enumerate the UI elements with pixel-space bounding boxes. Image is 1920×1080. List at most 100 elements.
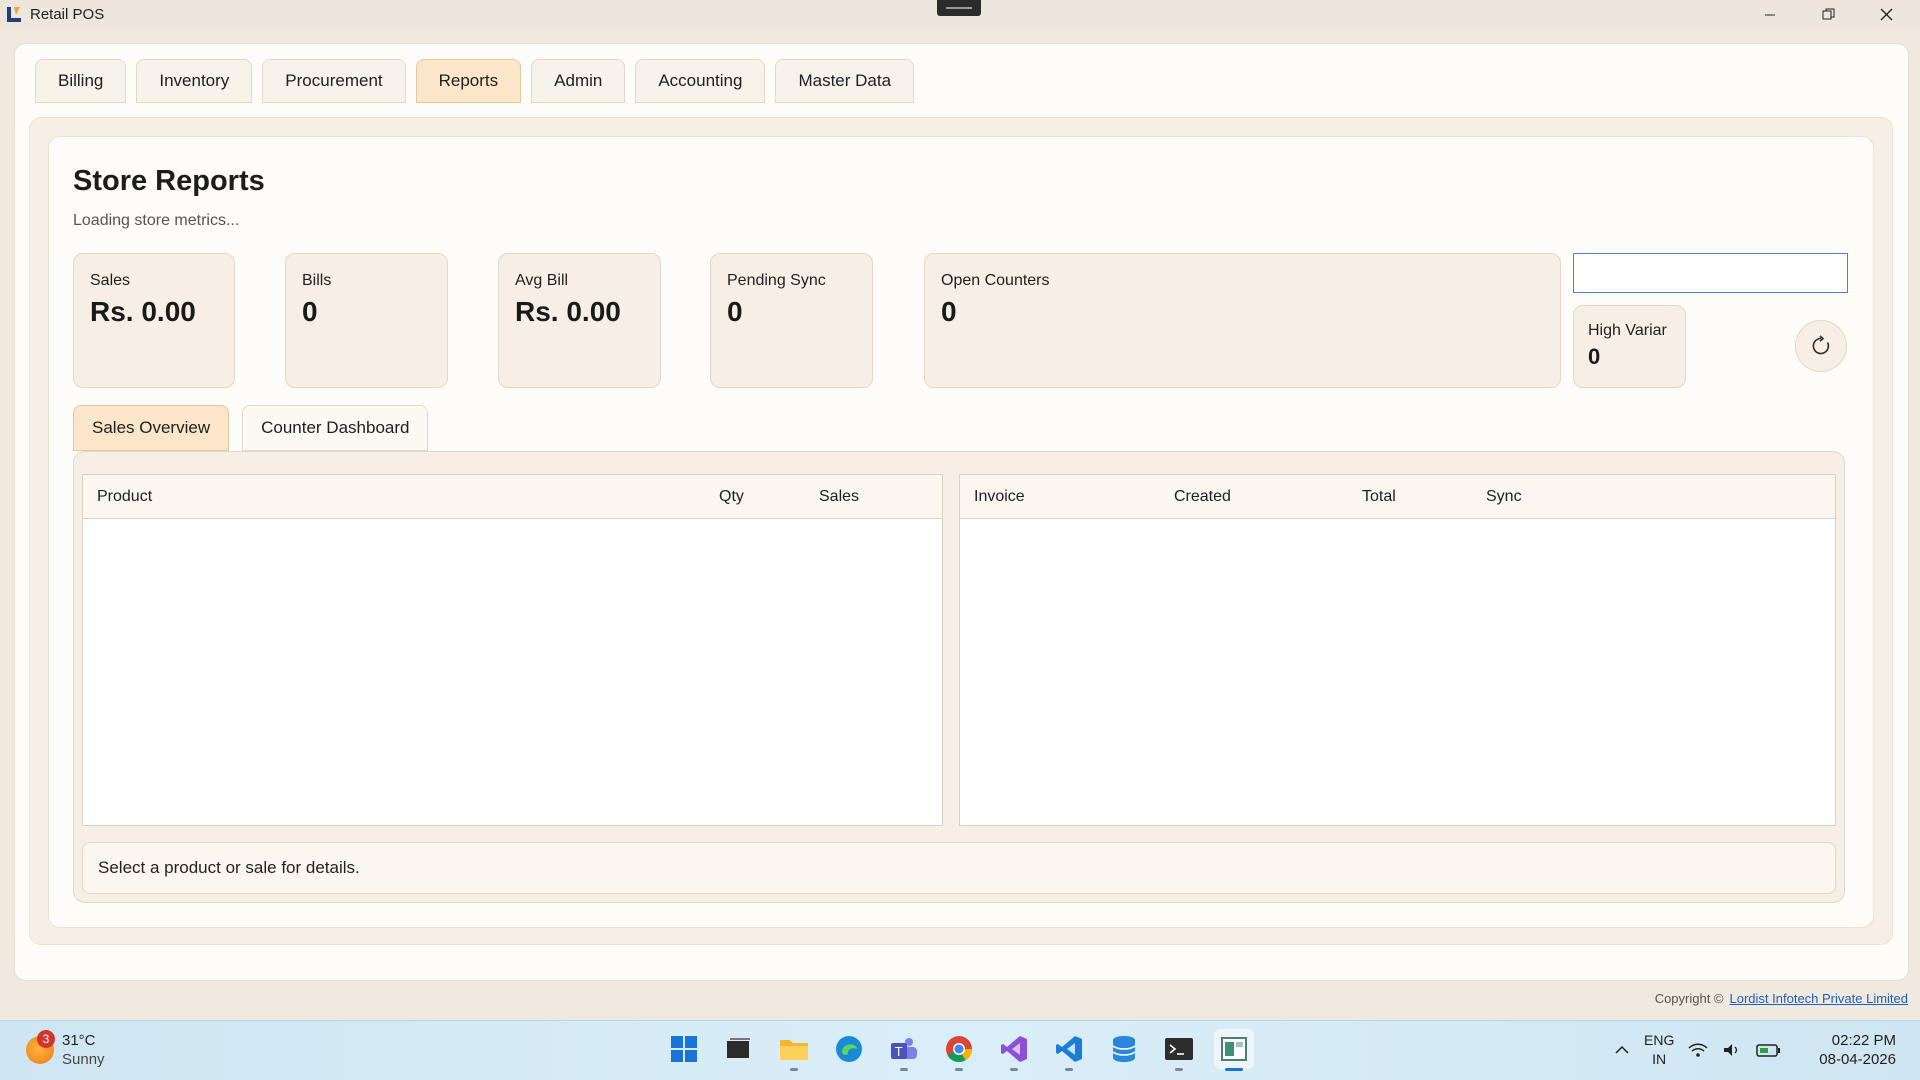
weather-condition: Sunny — [62, 1051, 105, 1068]
running-indicator — [1010, 1068, 1018, 1071]
svg-text:T: T — [894, 1045, 903, 1059]
database-tool-icon — [1112, 1036, 1136, 1062]
metric-value: 0 — [302, 296, 318, 327]
copyright-footer: Copyright © Lordist Infotech Private Lim… — [1655, 991, 1908, 1006]
sun-icon: 3 — [26, 1030, 55, 1064]
folder-icon — [780, 1040, 808, 1060]
minimize-icon — [1765, 14, 1775, 15]
task-view-icon — [727, 1038, 750, 1058]
tab-counter-dashboard[interactable]: Counter Dashboard — [242, 405, 429, 451]
product-sales-table[interactable]: Product Qty Sales — [82, 474, 943, 826]
restore-button[interactable] — [1799, 0, 1857, 29]
minimize-button[interactable] — [1741, 0, 1799, 29]
taskbar-vscode[interactable] — [1049, 1029, 1089, 1071]
volume-icon[interactable] — [1722, 1042, 1742, 1058]
running-indicator — [1175, 1068, 1183, 1071]
chevron-up-icon[interactable] — [1614, 1042, 1630, 1058]
task-view-button[interactable] — [719, 1029, 759, 1069]
metric-card-avg-bill: Avg Bill Rs. 0.00 — [498, 253, 661, 388]
system-tray: ENG IN — [1614, 1031, 1782, 1069]
taskbar-ssms[interactable] — [1104, 1029, 1144, 1069]
weather-widget[interactable]: 3 31°C Sunny — [26, 1030, 105, 1069]
taskbar-terminal[interactable] — [1159, 1029, 1199, 1071]
tab-sales-overview[interactable]: Sales Overview — [73, 405, 230, 451]
reports-outer-panel: Store Reports Loading store metrics... S… — [29, 117, 1893, 945]
column-header-invoice[interactable]: Invoice — [974, 488, 1025, 506]
taskbar-chrome[interactable] — [939, 1029, 979, 1071]
metric-card-high-variance: High Variar 0 — [1573, 305, 1686, 388]
start-button[interactable] — [664, 1029, 704, 1069]
terminal-icon — [1165, 1038, 1193, 1060]
windows-start-icon — [671, 1036, 697, 1062]
tab-billing[interactable]: Billing — [35, 59, 127, 103]
taskbar: 3 31°C Sunny T ENG IN 02:22 PM 08-04-202… — [0, 1020, 1920, 1080]
taskbar-visual-studio[interactable] — [994, 1029, 1034, 1071]
column-header-product[interactable]: Product — [97, 488, 152, 506]
tab-accounting[interactable]: Accounting — [635, 59, 766, 103]
taskbar-retail-pos[interactable] — [1214, 1029, 1254, 1071]
metric-label: Pending Sync — [727, 272, 826, 289]
taskbar-teams[interactable]: T — [884, 1029, 924, 1071]
tab-reports[interactable]: Reports — [415, 59, 522, 103]
metric-label: Avg Bill — [515, 272, 569, 289]
refresh-icon — [1812, 335, 1830, 355]
company-link[interactable]: Lordist Infotech Private Limited — [1730, 991, 1908, 1006]
app-frame: Billing Inventory Procurement Reports Ad… — [14, 43, 1909, 981]
chrome-browser-icon — [946, 1036, 973, 1063]
sales-overview-content: Product Qty Sales Invoice Created Total … — [73, 451, 1845, 903]
tab-inventory[interactable]: Inventory — [136, 59, 253, 103]
page-status-text: Loading store metrics... — [73, 212, 240, 229]
table-header: Product Qty Sales — [83, 475, 942, 519]
running-indicator — [900, 1068, 908, 1071]
teams-icon: T — [891, 1038, 917, 1059]
column-header-created[interactable]: Created — [1174, 488, 1231, 506]
tab-master-data[interactable]: Master Data — [775, 59, 915, 103]
clock-time: 02:22 PM — [1831, 1032, 1896, 1049]
metric-card-pending-sync: Pending Sync 0 — [710, 253, 873, 388]
active-indicator — [1225, 1068, 1243, 1071]
running-indicator — [790, 1068, 798, 1071]
wifi-icon[interactable] — [1688, 1042, 1708, 1058]
snap-grip-handle[interactable] — [937, 0, 981, 16]
region-code: IN — [1652, 1051, 1667, 1067]
app-logo-icon — [7, 7, 21, 22]
column-header-sync[interactable]: Sync — [1486, 488, 1522, 506]
restore-icon — [1822, 8, 1834, 20]
tab-procurement[interactable]: Procurement — [262, 59, 406, 103]
details-panel: Select a product or sale for details. — [82, 842, 1836, 894]
close-button[interactable] — [1857, 0, 1915, 29]
metric-card-open-counters: Open Counters 0 — [924, 253, 1561, 388]
clock-date: 08-04-2026 — [1819, 1051, 1896, 1068]
taskbar-apps: T — [664, 1029, 1254, 1071]
metric-card-sales: Sales Rs. 0.00 — [73, 253, 235, 388]
close-icon — [1880, 8, 1892, 21]
refresh-button[interactable] — [1795, 320, 1847, 372]
metric-label: Bills — [302, 272, 332, 289]
metric-label: Sales — [90, 272, 131, 289]
report-filter-input[interactable] — [1573, 253, 1848, 293]
title-bar: Retail POS — [0, 0, 1920, 29]
metric-label: Open Counters — [941, 272, 1050, 289]
vscode-icon — [1056, 1036, 1082, 1062]
main-tab-bar: Billing Inventory Procurement Reports Ad… — [35, 59, 915, 103]
language-code: ENG — [1644, 1032, 1675, 1048]
battery-icon[interactable] — [1756, 1042, 1782, 1058]
running-indicator — [955, 1068, 963, 1071]
metric-value: Rs. 0.00 — [515, 296, 621, 327]
visual-studio-icon — [1001, 1036, 1027, 1062]
tab-admin[interactable]: Admin — [531, 59, 626, 103]
taskbar-edge[interactable] — [829, 1029, 869, 1069]
invoice-table[interactable]: Invoice Created Total Sync — [959, 474, 1836, 826]
page-title: Store Reports — [73, 165, 265, 197]
taskbar-file-explorer[interactable] — [774, 1029, 814, 1071]
language-indicator[interactable]: ENG IN — [1644, 1031, 1674, 1069]
window-title: Retail POS — [30, 6, 105, 23]
column-header-total[interactable]: Total — [1362, 488, 1396, 506]
notification-badge: 3 — [37, 1030, 55, 1048]
metric-label: High Variar — [1588, 322, 1667, 339]
column-header-sales[interactable]: Sales — [819, 488, 859, 506]
taskbar-clock[interactable]: 02:22 PM 08-04-2026 — [1819, 1031, 1896, 1069]
metric-value: Rs. 0.00 — [90, 296, 196, 327]
metric-card-bills: Bills 0 — [285, 253, 448, 388]
column-header-qty[interactable]: Qty — [719, 488, 744, 506]
